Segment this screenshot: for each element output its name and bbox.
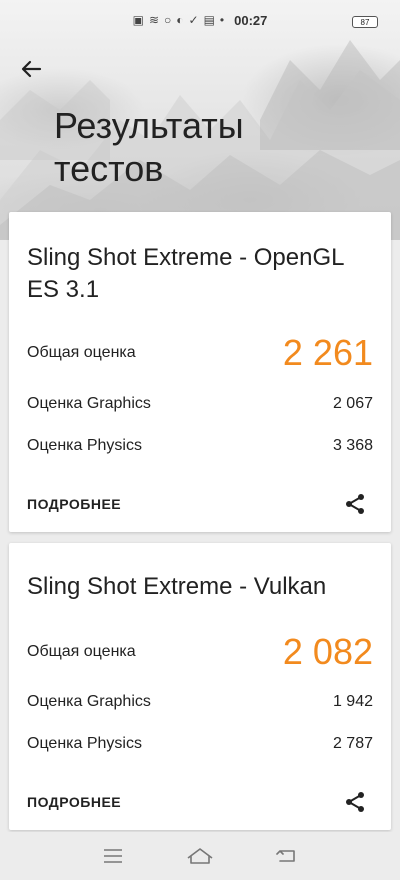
physics-score-label: Оценка Physics	[27, 437, 142, 454]
graphics-score-label: Оценка Graphics	[27, 693, 151, 710]
physics-score-value: 2 787	[332, 735, 373, 752]
graphics-score-row: Оценка Graphics 1 942	[27, 693, 373, 711]
circle-icon: ○	[164, 13, 172, 27]
share-icon	[346, 494, 364, 514]
battery-indicator: 87	[352, 16, 378, 28]
menu-button[interactable]	[98, 841, 128, 871]
share-button[interactable]	[341, 788, 369, 816]
status-bar: ▣ ≋ ○ ◐ ✓ ▤ • 00:27	[0, 0, 400, 40]
wifi-icon: ≋	[148, 13, 160, 27]
test-title: Sling Shot Extreme - Vulkan	[27, 573, 327, 600]
overall-score-value: 2 082	[282, 631, 373, 672]
image-icon: ▤	[203, 13, 215, 27]
file-icon: ▣	[132, 13, 144, 27]
status-time: 00:27	[234, 12, 268, 28]
overall-score-row: Общая оценка 2 082	[27, 631, 373, 673]
share-button[interactable]	[341, 490, 369, 518]
dot-icon: •	[219, 13, 225, 27]
physics-score-value: 3 368	[332, 437, 373, 454]
test-title: Sling Shot Extreme - OpenGL ES 3.1	[27, 244, 344, 303]
arrow-left-icon	[21, 60, 42, 78]
back-nav-icon	[275, 850, 295, 862]
check-shield-icon: ✓	[188, 13, 199, 27]
back-nav-button[interactable]	[272, 841, 302, 871]
graphics-score-value: 2 067	[332, 395, 373, 412]
overall-score-label: Общая оценка	[27, 344, 136, 361]
physics-score-label: Оценка Physics	[27, 735, 142, 752]
status-icons: ▣ ≋ ○ ◐ ✓ ▤ •	[133, 13, 225, 27]
home-button[interactable]	[185, 841, 215, 871]
graphics-score-label: Оценка Graphics	[27, 395, 151, 412]
overall-score-label: Общая оценка	[27, 643, 136, 660]
result-card-vulkan: Sling Shot Extreme - Vulkan Общая оценка…	[9, 543, 391, 830]
home-icon	[187, 848, 213, 864]
page-title: Результаты тестов	[54, 105, 244, 189]
more-details-link[interactable]: ПОДРОБНЕЕ	[27, 496, 121, 512]
result-card-opengl: Sling Shot Extreme - OpenGL ES 3.1 Общая…	[9, 212, 391, 532]
graphics-score-value: 1 942	[332, 693, 373, 710]
shield-icon: ◐	[176, 13, 184, 27]
share-icon	[346, 792, 364, 812]
more-details-link[interactable]: ПОДРОБНЕЕ	[27, 794, 121, 810]
system-nav-bar	[0, 832, 400, 880]
physics-score-row: Оценка Physics 2 787	[27, 735, 373, 753]
menu-icon	[104, 849, 123, 863]
overall-score-row: Общая оценка 2 261	[27, 332, 373, 374]
overall-score-value: 2 261	[282, 332, 373, 373]
graphics-score-row: Оценка Graphics 2 067	[27, 395, 373, 413]
back-button[interactable]	[16, 54, 46, 84]
physics-score-row: Оценка Physics 3 368	[27, 437, 373, 455]
